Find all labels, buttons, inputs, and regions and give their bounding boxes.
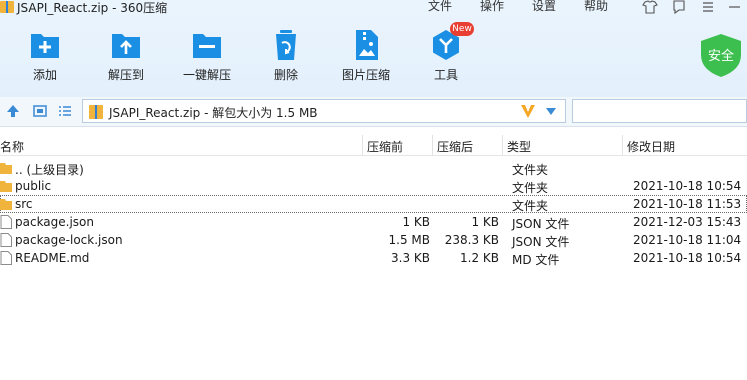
col-packed[interactable]: 压缩前 xyxy=(367,138,403,155)
folder-icon xyxy=(0,163,12,174)
search-input[interactable] xyxy=(572,99,747,123)
col-name[interactable]: 名称 xyxy=(0,138,24,155)
file-icon xyxy=(0,215,12,229)
menu-file[interactable]: 文件 xyxy=(428,0,452,14)
extract-to-button[interactable]: 解压到 xyxy=(96,28,156,88)
file-type: JSON 文件 xyxy=(512,235,570,249)
table-row-selected[interactable]: src 文件夹 2021-10-18 11:53 xyxy=(0,195,747,213)
file-name: src xyxy=(15,197,33,211)
address-bar[interactable]: JSAPI_React.zip - 解包大小为 1.5 MB xyxy=(82,99,566,123)
zip-app-icon xyxy=(0,1,14,13)
add-icon xyxy=(31,34,59,58)
image-compress-button[interactable]: 图片压缩 xyxy=(336,28,396,88)
folder-icon xyxy=(0,181,12,192)
file-type: 文件夹 xyxy=(512,181,549,195)
table-row[interactable]: public 文件夹 2021-10-18 10:54 xyxy=(0,177,747,195)
file-type: MD 文件 xyxy=(512,253,560,267)
table-row[interactable]: README.md 3.3 KB 1.2 KB MD 文件 2021-10-18… xyxy=(0,249,747,267)
image-compress-icon xyxy=(356,30,378,60)
file-type: 文件夹 xyxy=(512,199,549,213)
col-type[interactable]: 类型 xyxy=(507,138,531,155)
column-header: 名称 压缩前 压缩后 类型 修改日期 xyxy=(0,135,747,156)
address-text: JSAPI_React.zip - 解包大小为 1.5 MB xyxy=(109,106,318,120)
new-badge: New xyxy=(450,22,474,36)
file-name: .. (上级目录) xyxy=(15,163,84,177)
file-icon xyxy=(0,233,12,247)
table-row[interactable]: package-lock.json 1.5 MB 238.3 KB JSON 文… xyxy=(0,231,747,249)
address-row: JSAPI_React.zip - 解包大小为 1.5 MB xyxy=(0,97,747,127)
file-name: README.md xyxy=(15,251,90,265)
delete-label: 删除 xyxy=(273,68,298,82)
file-packed-size: 1 KB xyxy=(402,215,430,229)
col-divider[interactable] xyxy=(622,135,623,155)
thumbnail-view-icon[interactable] xyxy=(33,104,47,118)
file-name: public xyxy=(15,179,52,193)
file-name: package.json xyxy=(15,215,95,229)
file-date: 2021-12-03 15:43 xyxy=(633,215,742,229)
file-packed-size: 3.3 KB xyxy=(391,251,430,265)
file-date: 2021-10-18 11:04 xyxy=(633,233,742,247)
file-date: 2021-10-18 10:54 xyxy=(633,179,742,193)
menu-settings[interactable]: 设置 xyxy=(532,0,556,14)
one-click-extract-icon xyxy=(193,34,221,58)
tools-label: 工具 xyxy=(433,68,458,82)
menu-help[interactable]: 帮助 xyxy=(584,0,608,14)
delete-button[interactable]: 删除 xyxy=(256,28,316,88)
recycle-bin-icon xyxy=(276,30,296,60)
file-unpacked-size: 1 KB xyxy=(471,215,499,229)
window-title: JSAPI_React.zip - 360压缩 xyxy=(17,1,168,15)
folder-icon xyxy=(0,199,12,210)
v-verified-icon[interactable] xyxy=(519,102,537,120)
file-unpacked-size: 1.2 KB xyxy=(460,251,499,265)
table-row[interactable]: package.json 1 KB 1 KB JSON 文件 2021-12-0… xyxy=(0,213,747,231)
col-modified[interactable]: 修改日期 xyxy=(627,138,675,155)
one-click-extract-button[interactable]: 一键解压 xyxy=(177,28,237,88)
image-compress-label: 图片压缩 xyxy=(341,68,390,82)
feedback-icon[interactable] xyxy=(669,0,689,14)
file-packed-size: 1.5 MB xyxy=(388,233,430,247)
extract-to-icon xyxy=(112,34,140,58)
menu-lines-icon[interactable] xyxy=(698,0,718,14)
file-date: 2021-10-18 11:53 xyxy=(633,197,742,211)
chevron-down-icon[interactable] xyxy=(546,108,556,115)
col-divider[interactable] xyxy=(362,135,363,155)
file-date: 2021-10-18 10:54 xyxy=(633,251,742,265)
security-shield-icon[interactable]: 安全 xyxy=(698,32,744,78)
col-unpacked[interactable]: 压缩后 xyxy=(437,138,473,155)
file-type: JSON 文件 xyxy=(512,217,570,231)
col-divider[interactable] xyxy=(432,135,433,155)
minimize-icon[interactable] xyxy=(724,0,744,14)
add-button[interactable]: 添加 xyxy=(15,28,75,88)
top-toolbar-area: JSAPI_React.zip - 360压缩 文件 操作 设置 帮助 添加 解… xyxy=(0,0,747,97)
table-row[interactable]: .. (上级目录) 文件夹 xyxy=(0,159,747,177)
zip-file-icon xyxy=(89,105,103,119)
file-icon xyxy=(0,251,12,265)
tools-button[interactable]: 工具 xyxy=(416,28,476,88)
file-name: package-lock.json xyxy=(15,233,123,247)
extract-to-label: 解压到 xyxy=(107,68,144,82)
file-unpacked-size: 238.3 KB xyxy=(444,233,499,247)
security-label: 安全 xyxy=(708,48,734,64)
add-label: 添加 xyxy=(32,68,57,82)
skin-shirt-icon[interactable] xyxy=(640,0,660,14)
file-type: 文件夹 xyxy=(512,163,549,177)
menu-operation[interactable]: 操作 xyxy=(480,0,504,14)
list-view-icon[interactable] xyxy=(58,104,72,118)
one-click-extract-label: 一键解压 xyxy=(182,68,231,82)
up-arrow-icon[interactable] xyxy=(6,104,20,118)
col-divider[interactable] xyxy=(502,135,503,155)
